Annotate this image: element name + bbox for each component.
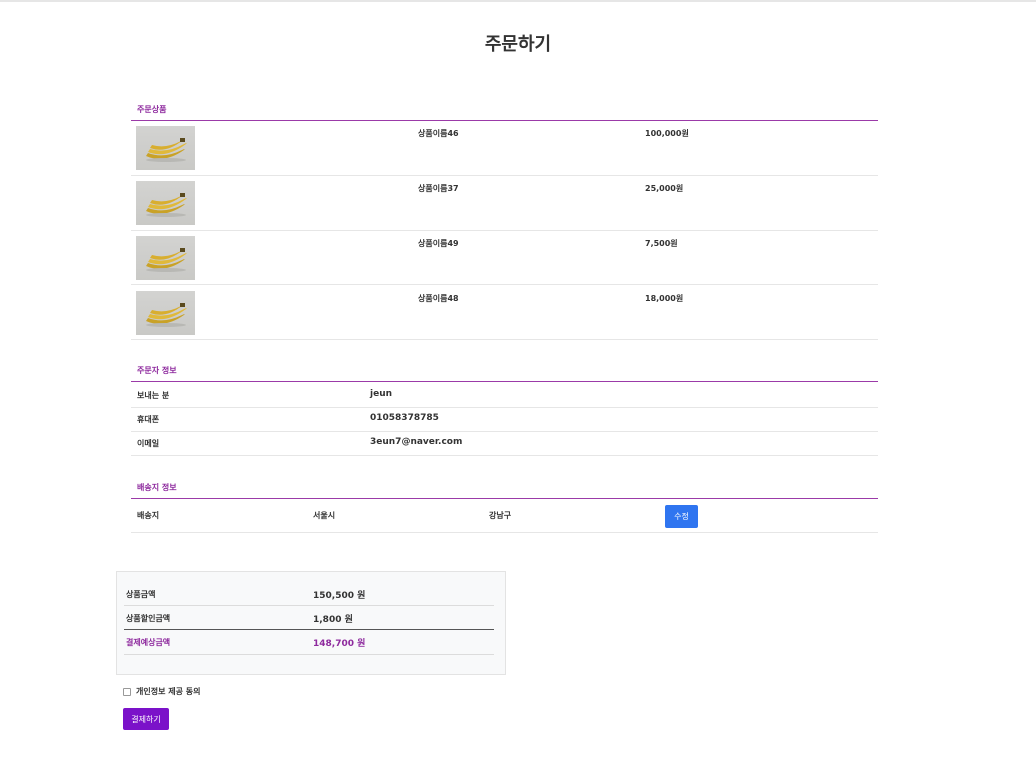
shipping-city: 서울시 — [313, 511, 336, 520]
sender-value: jeun — [370, 389, 393, 399]
summary-divider-strong — [124, 629, 494, 630]
product-price: 7,500원 — [645, 239, 678, 248]
product-price: 100,000원 — [645, 129, 689, 138]
phone-value: 01058378785 — [370, 413, 439, 423]
payment-summary: 상품금액 150,500 원 상품할인금액 1,800 원 결제예상금액 148… — [116, 571, 506, 675]
phone-label: 휴대폰 — [137, 415, 160, 424]
product-name: 상품이름46 — [418, 129, 459, 138]
row-divider — [131, 407, 878, 408]
product-price: 18,000원 — [645, 294, 684, 303]
row-divider — [131, 339, 878, 340]
product-price: 25,000원 — [645, 184, 684, 193]
orderer-section-title: 주문자 정보 — [137, 366, 177, 375]
email-label: 이메일 — [137, 439, 160, 448]
summary-divider — [124, 605, 494, 606]
discount-value: 1,800 원 — [313, 615, 353, 625]
shipping-district: 강남구 — [489, 511, 512, 520]
product-name: 상품이름48 — [418, 294, 459, 303]
discount-label: 상품할인금액 — [126, 614, 171, 623]
total-label: 결제예상금액 — [126, 638, 171, 647]
product-name: 상품이름49 — [418, 239, 459, 248]
privacy-agreement-checkbox[interactable] — [123, 687, 131, 696]
product-row: 상품이름49 7,500원 — [131, 231, 878, 286]
privacy-agreement[interactable]: 개인정보 제공 동의 — [123, 686, 200, 697]
privacy-agreement-label: 개인정보 제공 동의 — [136, 687, 201, 696]
edit-address-button[interactable]: 수정 — [665, 505, 698, 528]
top-border — [0, 0, 1036, 2]
row-divider — [131, 455, 878, 456]
summary-divider — [124, 654, 494, 655]
shipping-section-rule — [131, 498, 878, 499]
shipping-section-title: 배송지 정보 — [137, 483, 177, 492]
product-name: 상품이름37 — [418, 184, 459, 193]
subtotal-value: 150,500 원 — [313, 591, 366, 601]
product-row: 상품이름48 18,000원 — [131, 286, 878, 341]
product-image — [136, 181, 195, 225]
shipping-label: 배송지 — [137, 511, 160, 520]
products-section-title: 주문상품 — [137, 105, 167, 114]
row-divider — [131, 532, 878, 533]
row-divider — [131, 431, 878, 432]
row-divider — [131, 284, 878, 285]
email-value: 3eun7@naver.com — [370, 437, 463, 447]
product-image — [136, 236, 195, 280]
sender-label: 보내는 분 — [137, 391, 170, 400]
pay-button[interactable]: 결제하기 — [123, 708, 169, 730]
product-row: 상품이름46 100,000원 — [131, 121, 878, 176]
subtotal-label: 상품금액 — [126, 590, 156, 599]
total-value: 148,700 원 — [313, 639, 366, 649]
product-row: 상품이름37 25,000원 — [131, 176, 878, 231]
page-title: 주문하기 — [484, 34, 552, 55]
product-image — [136, 126, 195, 170]
orderer-section-rule — [131, 381, 878, 382]
product-image — [136, 291, 195, 335]
